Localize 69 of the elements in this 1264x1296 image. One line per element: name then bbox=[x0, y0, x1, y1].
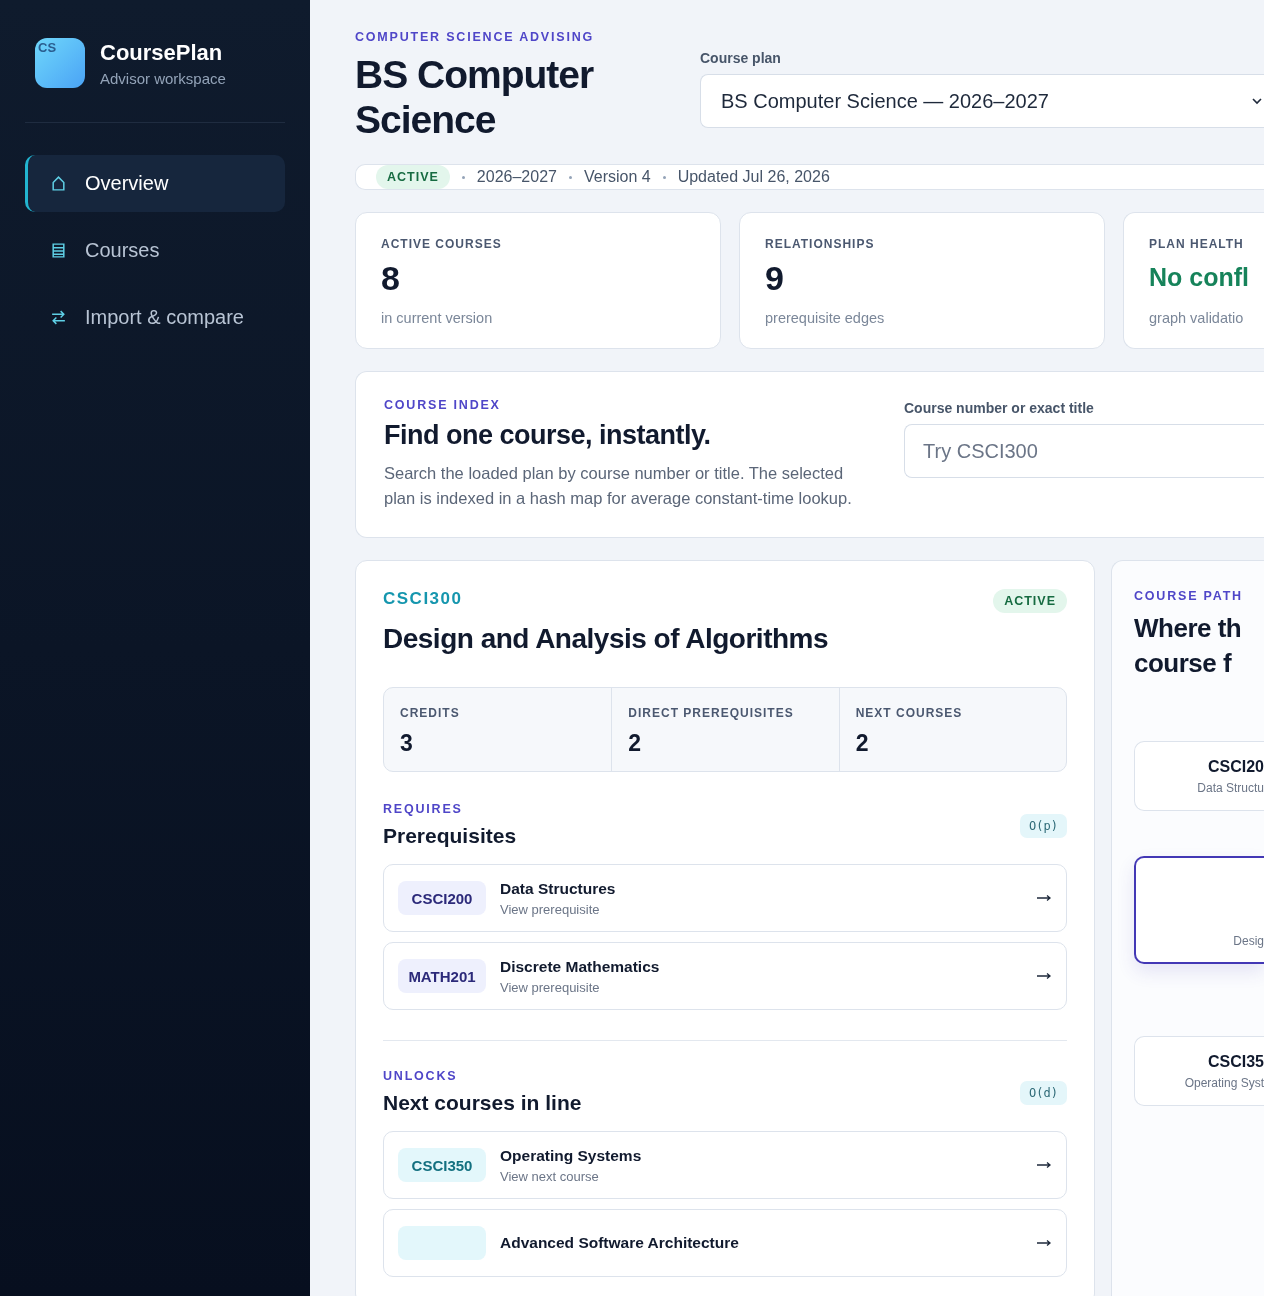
page-title: BS Computer Science bbox=[355, 52, 595, 142]
stat-note: graph validatio bbox=[1149, 310, 1245, 326]
metric-label: NEXT COURSES bbox=[855, 706, 964, 720]
metric-value: 2 bbox=[628, 730, 643, 757]
meta-text: Version 4 bbox=[583, 168, 651, 186]
stat-value: 8 bbox=[381, 259, 401, 298]
course-name: Discrete Mathematics bbox=[500, 957, 661, 976]
course-link-row[interactable]: CSCI350 Operating Systems View next course bbox=[383, 1131, 1067, 1199]
home-icon bbox=[50, 175, 67, 192]
course-node[interactable]: CSCI35 Operating Syst bbox=[1134, 1036, 1264, 1106]
stat-label: ACTIVE COURSES bbox=[381, 237, 503, 251]
metric-label: CREDITS bbox=[400, 706, 461, 720]
arrow-right-icon bbox=[1036, 894, 1052, 902]
page-eyebrow: COMPUTER SCIENCE ADVISING bbox=[355, 30, 595, 44]
nav-item[interactable]: Import & compare bbox=[25, 289, 285, 346]
course-search-field[interactable]: Try CSCI300 bbox=[904, 424, 1264, 478]
metric-value: 3 bbox=[400, 730, 414, 757]
status-badge: ACTIVE bbox=[376, 165, 450, 189]
stat-value: 9 bbox=[765, 259, 785, 298]
stat-value: No confl bbox=[1149, 263, 1250, 292]
course-name: Data Structures bbox=[500, 879, 617, 898]
course-node[interactable]: Desig bbox=[1134, 856, 1264, 964]
arrow-right-icon bbox=[1036, 972, 1052, 980]
section-description: Search the loaded plan by course number or title. The selected plan is indexed in a hash map for average constant-time lookup. bbox=[384, 463, 853, 509]
nav-item[interactable]: Courses bbox=[25, 222, 285, 279]
field-label: Course plan bbox=[700, 50, 782, 66]
stat-label: PLAN HEALTH bbox=[1149, 237, 1245, 251]
course-name: Advanced Software Architecture bbox=[500, 1234, 740, 1252]
section-title: Where th course f bbox=[1134, 612, 1243, 680]
swap-arrows-icon bbox=[50, 309, 67, 326]
metric-label: DIRECT PREREQUISITES bbox=[628, 706, 795, 720]
arrow-right-icon bbox=[1036, 1161, 1052, 1169]
row-hint: View prerequisite bbox=[500, 979, 601, 995]
section-eyebrow: REQUIRES bbox=[383, 802, 464, 816]
course-code-tag: CSCI350 bbox=[398, 1148, 486, 1182]
metric-value: 2 bbox=[855, 730, 870, 757]
list-icon bbox=[50, 242, 67, 259]
course-code-tag: MATH201 bbox=[398, 959, 486, 993]
section-title: Prerequisites bbox=[383, 824, 517, 848]
course-code-tag: CSCI200 bbox=[398, 881, 486, 915]
row-hint: View prerequisite bbox=[500, 901, 601, 917]
section-title: Next courses in line bbox=[383, 1091, 582, 1115]
stat-label: RELATIONSHIPS bbox=[765, 237, 876, 251]
course-link-row[interactable]: Advanced Software Architecture bbox=[383, 1209, 1067, 1277]
section-eyebrow: COURSE INDEX bbox=[384, 398, 502, 412]
app-logo: CS bbox=[35, 38, 85, 88]
plan-select[interactable]: BS Computer Science — 2026–2027 bbox=[700, 74, 1264, 128]
nav-item[interactable]: Overview bbox=[25, 155, 285, 212]
field-label: Course number or exact title bbox=[904, 400, 1095, 416]
meta-text: Updated Jul 26, 2026 bbox=[677, 168, 830, 186]
row-hint: View next course bbox=[500, 1168, 600, 1184]
meta-text: 2026–2027 bbox=[476, 168, 557, 186]
course-link-row[interactable]: CSCI200 Data Structures View prerequisite bbox=[383, 864, 1067, 932]
status-badge: ACTIVE bbox=[993, 589, 1067, 613]
course-title: Design and Analysis of Algorithms bbox=[383, 623, 830, 655]
course-name: Operating Systems bbox=[500, 1146, 643, 1165]
complexity-tag: O(d) bbox=[1020, 1081, 1067, 1105]
section-eyebrow: COURSE PATH bbox=[1134, 589, 1244, 603]
section-eyebrow: UNLOCKS bbox=[383, 1069, 459, 1083]
stat-note: in current version bbox=[381, 310, 494, 326]
stat-note: prerequisite edges bbox=[765, 310, 886, 326]
app-name: CoursePlan bbox=[100, 39, 224, 66]
complexity-tag: O(p) bbox=[1020, 814, 1067, 838]
app-subtitle: Advisor workspace bbox=[100, 69, 226, 87]
course-code: CSCI300 bbox=[383, 589, 463, 609]
course-node[interactable]: CSCI20 Data Structu bbox=[1134, 741, 1264, 811]
section-title: Find one course, instantly. bbox=[384, 420, 712, 451]
course-link-row[interactable]: MATH201 Discrete Mathematics View prerequisite bbox=[383, 942, 1067, 1010]
arrow-right-icon bbox=[1036, 1239, 1052, 1247]
